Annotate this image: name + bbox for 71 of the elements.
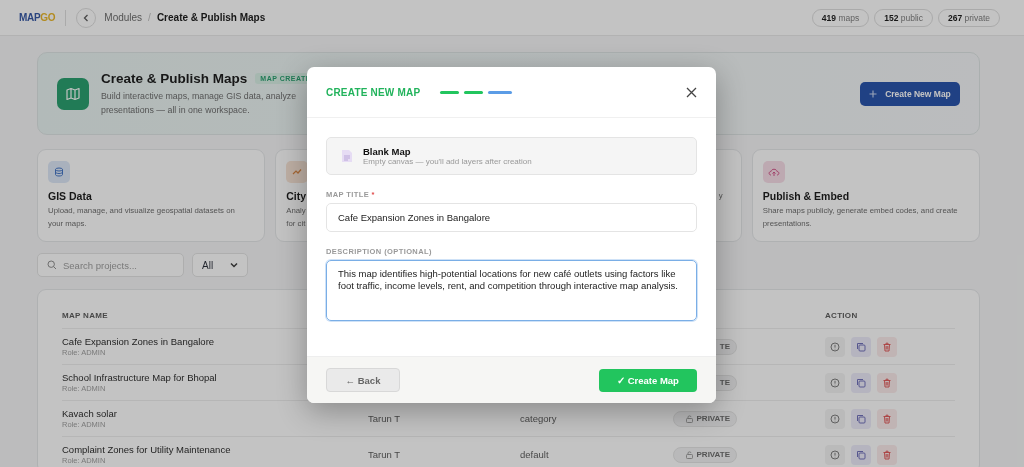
stat-pill: 419 maps [811, 8, 870, 27]
stat-pill: 267 private [937, 8, 1000, 27]
create-new-map-button[interactable]: Create New Map [860, 81, 960, 106]
database-icon [48, 161, 70, 183]
lock-icon [685, 414, 693, 423]
trash-icon [882, 413, 892, 424]
trash-icon [882, 449, 892, 460]
feature-title: Publish & Embed [762, 190, 850, 202]
stat-pill: 152 public [874, 8, 933, 27]
delete-button[interactable] [877, 336, 897, 357]
back-button[interactable]: ← Back [326, 368, 400, 392]
owner-cell: Tarun T [368, 413, 401, 424]
cloud-upload-icon [762, 161, 785, 183]
copy-button[interactable] [851, 444, 871, 465]
title-input-field[interactable]: Cafe Expansion Zones in Bangalore [326, 203, 697, 232]
close-button[interactable] [685, 86, 697, 98]
filter-select[interactable]: All [192, 253, 248, 277]
copy-icon [856, 449, 866, 460]
map-name: Cafe Expansion Zones in Bangalore [62, 336, 215, 347]
feature-title: City [286, 190, 307, 202]
breadcrumb-separator: / [148, 12, 151, 23]
column-header: MAP NAME [62, 310, 109, 320]
logo[interactable]: MAPGO [19, 12, 56, 23]
column-header: ACTION [825, 310, 859, 320]
description-text-area[interactable]: This map identifies high-potential locations for new café outlets using factors like foot traffic, income levels, rent, and competition through interactive map analysis. [326, 260, 697, 321]
caret-icon [230, 262, 238, 268]
template-description: Empty canvas — you'll add layers after creation [363, 157, 532, 166]
delete-button[interactable] [877, 408, 897, 429]
category-cell: category [520, 413, 557, 424]
delete-button[interactable] [877, 444, 897, 465]
lock-icon [685, 450, 693, 459]
owner-cell: Tarun T [368, 449, 401, 460]
trash-icon [882, 377, 892, 388]
map-name: School Infrastructure Map for Bhopal [62, 372, 217, 383]
info-button[interactable] [825, 372, 845, 393]
back-button[interactable] [76, 7, 97, 28]
status-badge: PRIVATE [673, 446, 737, 463]
breadcrumb-item: Create & Publish Maps [156, 12, 266, 23]
copy-button[interactable] [851, 336, 871, 357]
copy-button[interactable] [851, 372, 871, 393]
dialog-title: CREATE NEW MAP [326, 86, 421, 98]
status-badge: PRIVATE [673, 410, 737, 427]
info-button[interactable] [825, 336, 845, 357]
map-name: Kavach solar [62, 408, 117, 419]
info-button[interactable] [825, 408, 845, 429]
info-icon [830, 341, 840, 352]
search-icon [47, 260, 57, 270]
copy-icon [856, 377, 866, 388]
trend-icon [286, 161, 309, 183]
info-icon [830, 449, 840, 460]
template-option[interactable]: Blank Map Empty canvas — you'll add layers after creation [326, 137, 697, 175]
trash-icon [882, 341, 892, 352]
close-icon [685, 86, 697, 98]
document-icon [341, 149, 353, 163]
plus-icon [869, 89, 878, 98]
map-name: Complaint Zones for Utility Maintenance [62, 444, 231, 455]
delete-button[interactable] [877, 372, 897, 393]
info-button[interactable] [825, 444, 845, 465]
copy-button[interactable] [851, 408, 871, 429]
copy-icon [856, 341, 866, 352]
category-cell: default [520, 449, 549, 460]
feature-title: GIS Data [48, 190, 92, 202]
info-icon [830, 413, 840, 424]
info-icon [830, 377, 840, 388]
template-title: Blank Map [363, 146, 412, 157]
page-description: Build interactive maps, manage GIS data, analyze [101, 89, 297, 103]
page-description: presentations — all in one workspace. [101, 103, 250, 117]
page-title: Create & Publish Maps [101, 70, 248, 86]
map-icon [57, 77, 89, 110]
copy-icon [856, 413, 866, 424]
breadcrumb-item[interactable]: Modules [104, 12, 143, 23]
